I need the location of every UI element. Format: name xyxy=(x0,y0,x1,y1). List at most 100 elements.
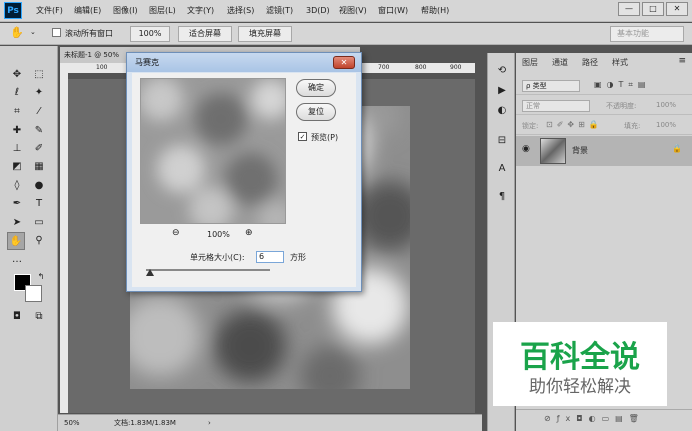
screen-mode-icon[interactable]: ⧉ xyxy=(30,308,48,326)
menu-window[interactable]: 窗口(W) xyxy=(378,0,408,22)
hand-tool-icon[interactable]: ✋ xyxy=(7,232,25,250)
close-window-button[interactable]: ✕ xyxy=(666,2,688,16)
watermark: 百科全说 助你轻松解决 xyxy=(493,322,667,406)
vertical-ruler xyxy=(60,73,68,413)
menu-help[interactable]: 帮助(H) xyxy=(421,0,449,22)
paragraph-panel-icon[interactable]: ¶ xyxy=(493,189,511,205)
cell-size-label: 单元格大小(C): xyxy=(190,253,245,262)
cell-size-slider-thumb[interactable] xyxy=(146,269,154,276)
fill-value[interactable]: 100% xyxy=(656,121,676,129)
panel-menu-icon[interactable]: ≡ xyxy=(678,56,686,66)
hand-tool-icon[interactable]: ✋ xyxy=(10,26,24,39)
menu-filter[interactable]: 滤镜(T) xyxy=(266,0,293,22)
move-tool-icon[interactable]: ✥ xyxy=(8,66,26,84)
tab-styles[interactable]: 样式 xyxy=(612,57,628,68)
menu-edit[interactable]: 编辑(E) xyxy=(74,0,101,22)
path-selection-tool-icon[interactable]: ➤ xyxy=(8,214,26,232)
more-tools-icon[interactable]: … xyxy=(8,251,26,269)
tools-panel: ✥ ⬚ ℓ ✦ ⌗ ⁄ ✚ ✎ ⊥ ✐ ◩ ▦ ◊ ● ✒ T ➤ ▭ ✋ ⚲ … xyxy=(0,46,58,431)
mosaic-preview-image xyxy=(141,79,285,223)
cell-size-input[interactable]: 6 xyxy=(256,251,284,263)
brush-tool-icon[interactable]: ✎ xyxy=(30,122,48,140)
lasso-tool-icon[interactable]: ℓ xyxy=(8,84,26,102)
layer-filter-icons[interactable]: ▣◑T⌗▤ xyxy=(594,80,651,90)
history-brush-tool-icon[interactable]: ✐ xyxy=(30,140,48,158)
workspace-select[interactable]: 基本功能 xyxy=(610,26,684,42)
swap-colors-icon[interactable]: ↰ xyxy=(32,268,50,286)
layer-name[interactable]: 背景 xyxy=(572,145,588,156)
dodge-tool-icon[interactable]: ● xyxy=(30,177,48,195)
opacity-value[interactable]: 100% xyxy=(656,101,676,109)
tab-paths[interactable]: 路径 xyxy=(582,57,598,68)
zoom-level[interactable]: 50% xyxy=(64,415,80,431)
maximize-button[interactable]: □ xyxy=(642,2,664,16)
properties-panel-icon[interactable]: ⊟ xyxy=(493,133,511,149)
preview-checkbox[interactable]: ✓ xyxy=(298,132,307,141)
scroll-all-windows-checkbox[interactable] xyxy=(52,28,61,37)
dialog-close-button[interactable]: ✕ xyxy=(333,56,355,69)
menu-image[interactable]: 图像(I) xyxy=(113,0,138,22)
zoom-tool-icon[interactable]: ⚲ xyxy=(30,232,48,250)
filter-preview[interactable] xyxy=(140,78,286,224)
blend-mode-select[interactable]: 正常 xyxy=(522,100,590,112)
zoom-100-button[interactable]: 100% xyxy=(130,26,170,42)
preview-zoom-value: 100% xyxy=(207,230,230,239)
menu-view[interactable]: 视图(V) xyxy=(339,0,367,22)
cell-size-slider-track[interactable] xyxy=(146,269,270,271)
tab-layers[interactable]: 图层 xyxy=(522,57,538,68)
layer-lock-icon: 🔒 xyxy=(672,144,682,153)
tab-channels[interactable]: 通道 xyxy=(552,57,568,68)
menu-type[interactable]: 文字(Y) xyxy=(187,0,214,22)
blur-tool-icon[interactable]: ◊ xyxy=(8,177,26,195)
eyedropper-tool-icon[interactable]: ⁄ xyxy=(30,103,48,121)
history-panel-icon[interactable]: ⟲ xyxy=(493,63,511,79)
fit-screen-button[interactable]: 适合屏幕 xyxy=(178,26,232,42)
mosaic-dialog: 马赛克 ✕ ⊖ 100% ⊕ 确定 复位 ✓ 预览(P) 单元格大小(C): 6… xyxy=(126,52,362,292)
layer-kind-filter[interactable]: ρ 类型 xyxy=(522,80,580,92)
dialog-titlebar[interactable]: 马赛克 ✕ xyxy=(127,53,361,72)
minimize-button[interactable]: — xyxy=(618,2,640,16)
clone-stamp-tool-icon[interactable]: ⊥ xyxy=(8,140,26,158)
status-bar: 50% 文档:1.83M/1.83M › xyxy=(58,414,482,431)
type-tool-icon[interactable]: T xyxy=(30,195,48,213)
zoom-out-icon[interactable]: ⊖ xyxy=(172,228,180,238)
opacity-label: 不透明度: xyxy=(606,102,637,110)
status-menu-arrow-icon[interactable]: › xyxy=(208,415,211,431)
lock-row: 锁定: ⊡✐✥⊞🔒 填充: 100% xyxy=(516,117,692,135)
actions-panel-icon[interactable]: ▶ xyxy=(493,83,511,99)
menu-layer[interactable]: 图层(L) xyxy=(149,0,176,22)
fill-screen-button[interactable]: 填充屏幕 xyxy=(238,26,292,42)
layer-thumbnail xyxy=(540,138,566,164)
dialog-body: ⊖ 100% ⊕ 确定 复位 ✓ 预览(P) 单元格大小(C): 6 方形 xyxy=(132,73,356,287)
character-panel-icon[interactable]: A xyxy=(493,161,511,177)
background-color-swatch[interactable] xyxy=(25,285,42,302)
lock-icons[interactable]: ⊡✐✥⊞🔒 xyxy=(546,120,603,129)
gradient-tool-icon[interactable]: ▦ xyxy=(30,158,48,176)
options-bar: ✋ ⌄ 滚动所有窗口 100% 适合屏幕 填充屏幕 基本功能 xyxy=(0,23,692,45)
magic-wand-tool-icon[interactable]: ✦ xyxy=(30,84,48,102)
tool-preset-chevron-icon[interactable]: ⌄ xyxy=(30,28,36,36)
menu-file[interactable]: 文件(F) xyxy=(36,0,63,22)
eraser-tool-icon[interactable]: ◩ xyxy=(8,158,26,176)
visibility-eye-icon[interactable]: ◉ xyxy=(522,144,530,154)
shape-tool-icon[interactable]: ▭ xyxy=(30,214,48,232)
zoom-in-icon[interactable]: ⊕ xyxy=(245,228,253,238)
fill-label: 填充: xyxy=(624,122,641,130)
layers-footer-icons[interactable]: ⊘ƒx◘◐▭▤🗑 xyxy=(516,409,692,429)
menu-bar: Ps 文件(F) 编辑(E) 图像(I) 图层(L) 文字(Y) 选择(S) 滤… xyxy=(0,0,692,22)
menu-3d[interactable]: 3D(D) xyxy=(306,0,330,22)
ok-button[interactable]: 确定 xyxy=(296,79,336,97)
crop-tool-icon[interactable]: ⌗ xyxy=(8,103,26,121)
healing-brush-tool-icon[interactable]: ✚ xyxy=(8,122,26,140)
marquee-tool-icon[interactable]: ⬚ xyxy=(30,66,48,84)
quick-mask-icon[interactable]: ◘ xyxy=(8,308,26,326)
dialog-title: 马赛克 xyxy=(135,58,159,67)
reset-button[interactable]: 复位 xyxy=(296,103,336,121)
pen-tool-icon[interactable]: ✒ xyxy=(8,195,26,213)
menu-select[interactable]: 选择(S) xyxy=(227,0,254,22)
layer-row-background[interactable]: ◉ 背景 🔒 xyxy=(516,136,692,166)
watermark-subtitle: 助你轻松解决 xyxy=(529,377,631,397)
lock-label: 锁定: xyxy=(522,122,539,130)
document-tab[interactable]: 未标题-1 @ 50% xyxy=(64,50,119,60)
adjustments-panel-icon[interactable]: ◐ xyxy=(493,103,511,119)
